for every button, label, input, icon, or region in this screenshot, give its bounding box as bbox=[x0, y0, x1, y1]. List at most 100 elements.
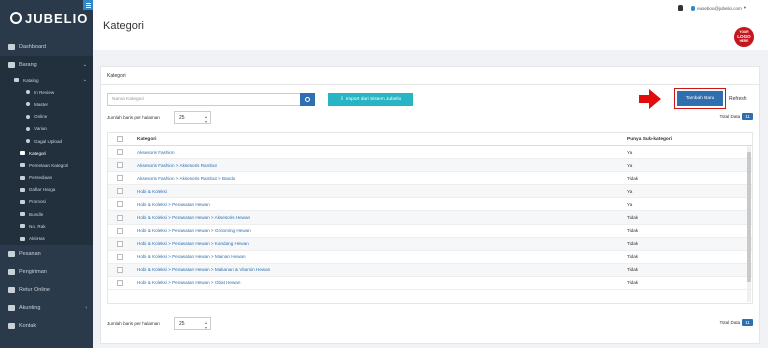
logo-line: HERE bbox=[739, 38, 749, 43]
column-header-kategori[interactable]: Kategori bbox=[132, 137, 622, 142]
scrollbar-thumb[interactable] bbox=[747, 152, 751, 282]
page-title: Kategori bbox=[103, 20, 144, 32]
category-link[interactable]: Hobi & Koleksi > Perawatan Hewan > Akses… bbox=[137, 215, 250, 220]
category-link[interactable]: Aksesoris Fashion > Aksesoris Rambut bbox=[137, 163, 217, 168]
brand-logo[interactable]: JUBELIO bbox=[0, 0, 93, 36]
import-button[interactable]: ⇩ Import dari Sistem Jubelio bbox=[328, 93, 413, 106]
row-checkbox[interactable] bbox=[117, 175, 123, 182]
sidebar-item-label: Varian bbox=[34, 126, 47, 132]
table-row[interactable]: Aksesoris Fashion > Aksesoris Rambut Ya bbox=[108, 159, 752, 173]
sidebar-item-akunting[interactable]: Akunting ‹ bbox=[0, 299, 93, 317]
table-row[interactable]: Hobi & Koleksi > Perawatan Hewan > Groom… bbox=[108, 225, 752, 238]
bell-icon[interactable] bbox=[678, 5, 684, 11]
cart-icon bbox=[8, 250, 15, 257]
table-row[interactable]: Hobi & Koleksi Ya bbox=[108, 185, 752, 199]
sidebar-item-in-review[interactable]: In Review bbox=[0, 86, 93, 98]
total-data-badge: 11 bbox=[742, 319, 753, 326]
sidebar-item-katalog[interactable]: Katalog ⌄ bbox=[0, 74, 93, 86]
sidebar-item-kontak[interactable]: Kontak bbox=[0, 317, 93, 335]
sidebar-item-varian[interactable]: Varian bbox=[0, 123, 93, 135]
sidebar-item-retur-online[interactable]: Retur Online bbox=[0, 281, 93, 299]
top-bar: Kategori euseboo@jubelio.com ▾ YOUR LOGO… bbox=[93, 0, 768, 50]
search-button[interactable] bbox=[300, 93, 315, 106]
chevron-down-icon: ⌄ bbox=[82, 77, 87, 84]
sidebar-item-master[interactable]: Master bbox=[0, 98, 93, 110]
select-all-checkbox[interactable] bbox=[117, 136, 123, 142]
table-row[interactable]: Hobi & Koleksi > Perawatan Hewan Ya bbox=[108, 198, 752, 212]
row-checkbox[interactable] bbox=[117, 149, 123, 156]
rows-per-page-select-bottom[interactable]: 25 ▴ ▾ bbox=[174, 317, 211, 330]
row-checkbox[interactable] bbox=[117, 253, 123, 260]
accounting-icon bbox=[8, 304, 15, 311]
category-link[interactable]: Hobi & Koleksi > Perawatan Hewan > Maina… bbox=[137, 254, 246, 259]
refresh-button[interactable]: Refresh bbox=[729, 96, 747, 102]
category-link[interactable]: Aksesoris Fashion > Aksesoris Rambut > B… bbox=[137, 176, 235, 181]
sidebar-item-aktihas[interactable]: AktiHas bbox=[0, 232, 93, 244]
sidebar-item-label: Retur Online bbox=[19, 286, 50, 293]
history-icon bbox=[20, 236, 25, 241]
sidebar-item-daftar-harga[interactable]: Daftar Harga bbox=[0, 184, 93, 196]
sidebar-item-barang[interactable]: Barang ⌄ bbox=[0, 56, 93, 74]
sidebar-item-online[interactable]: Online bbox=[0, 111, 93, 123]
menu-toggle-button[interactable] bbox=[83, 0, 93, 10]
category-link[interactable]: Hobi & Koleksi > Perawatan Hewan > Makan… bbox=[137, 267, 270, 272]
table-row[interactable]: Hobi & Koleksi > Perawatan Hewan > Obat … bbox=[108, 277, 752, 291]
sidebar-item-dashboard[interactable]: Dashboard bbox=[0, 38, 93, 56]
category-link[interactable]: Hobi & Koleksi > Perawatan Hewan > Groom… bbox=[137, 228, 251, 233]
contact-icon bbox=[8, 322, 15, 329]
sidebar-item-pesanan[interactable]: Pesanan bbox=[0, 245, 93, 263]
sidebar-item-bundle[interactable]: Bundle bbox=[0, 208, 93, 220]
row-checkbox[interactable] bbox=[117, 227, 123, 234]
select-caret-icon: ▴ ▾ bbox=[204, 320, 207, 330]
rows-per-page-select[interactable]: 25 ▴ ▾ bbox=[174, 111, 211, 124]
card-title: Kategori bbox=[101, 67, 759, 85]
sidebar-item-persediaan[interactable]: Persediaan bbox=[0, 172, 93, 184]
row-checkbox[interactable] bbox=[117, 201, 123, 208]
category-link[interactable]: Hobi & Koleksi > Perawatan Hewan > Obat … bbox=[137, 280, 240, 285]
category-link[interactable]: Aksesoris Fashion bbox=[137, 150, 175, 155]
user-menu[interactable]: euseboo@jubelio.com ▾ bbox=[691, 5, 746, 11]
row-checkbox[interactable] bbox=[117, 240, 123, 247]
dot-icon bbox=[26, 102, 30, 107]
sidebar-item-label: Barang bbox=[19, 62, 37, 68]
bundle-icon bbox=[20, 212, 25, 217]
sidebar: JUBELIO Dashboard Barang ⌄ Katalog ⌄ In … bbox=[0, 0, 93, 348]
sidebar-item-promosi[interactable]: Promosi bbox=[0, 196, 93, 208]
category-link[interactable]: Hobi & Koleksi > Perawatan Hewan bbox=[137, 202, 210, 207]
column-header-sub-kategori[interactable]: Punya Sub-kategori bbox=[622, 137, 752, 142]
red-arrow-annotation bbox=[639, 89, 661, 109]
category-link[interactable]: Hobi & Koleksi bbox=[137, 189, 167, 194]
sidebar-item-kategori[interactable]: Kategori bbox=[0, 147, 93, 159]
table-row[interactable]: Hobi & Koleksi > Perawatan Hewan > Kanda… bbox=[108, 237, 752, 251]
select-caret-icon: ▴ ▾ bbox=[204, 114, 207, 124]
table-row[interactable]: Aksesoris Fashion > Aksesoris Rambut > B… bbox=[108, 172, 752, 186]
row-checkbox[interactable] bbox=[117, 279, 123, 286]
tambah-baru-button[interactable]: Tambah Baru bbox=[677, 91, 723, 106]
sidebar-item-label: Gagal Upload bbox=[34, 138, 63, 144]
table-scrollbar[interactable] bbox=[747, 146, 751, 302]
row-checkbox[interactable] bbox=[117, 188, 123, 195]
table-row[interactable]: Hobi & Koleksi > Perawatan Hewan > Maina… bbox=[108, 251, 752, 264]
row-checkbox[interactable] bbox=[117, 266, 123, 273]
total-data-bottom: Total Data 11 bbox=[720, 319, 753, 326]
has-sub-value: Tidak bbox=[627, 241, 639, 247]
table-row[interactable]: Hobi & Koleksi > Perawatan Hewan > Akses… bbox=[108, 211, 752, 225]
row-checkbox[interactable] bbox=[117, 162, 123, 169]
cloud-icon bbox=[26, 114, 30, 119]
search-input[interactable]: Nama Kategori bbox=[107, 93, 302, 106]
sidebar-item-label: Pemetaan Kategori bbox=[29, 162, 69, 168]
sidebar-item-pengiriman[interactable]: Pengiriman bbox=[0, 263, 93, 281]
sidebar-item-label: Online bbox=[34, 114, 48, 120]
company-logo: YOUR LOGO HERE bbox=[734, 27, 754, 47]
has-sub-value: Tidak bbox=[627, 175, 639, 181]
table-row[interactable]: Aksesoris Fashion Ya bbox=[108, 146, 752, 160]
total-data: Total Data 11 bbox=[720, 113, 753, 120]
row-checkbox[interactable] bbox=[117, 214, 123, 221]
sidebar-item-gagal-upload[interactable]: Gagal Upload bbox=[0, 135, 93, 147]
category-link[interactable]: Hobi & Koleksi > Perawatan Hewan > Kanda… bbox=[137, 241, 249, 246]
sidebar-item-pemetaan-kategori[interactable]: Pemetaan Kategori bbox=[0, 159, 93, 171]
has-sub-value: Tidak bbox=[627, 215, 639, 221]
table-row[interactable]: Hobi & Koleksi > Perawatan Hewan > Makan… bbox=[108, 263, 752, 277]
grid-icon bbox=[14, 78, 19, 83]
sidebar-item-no-rak[interactable]: No. Rak bbox=[0, 220, 93, 232]
